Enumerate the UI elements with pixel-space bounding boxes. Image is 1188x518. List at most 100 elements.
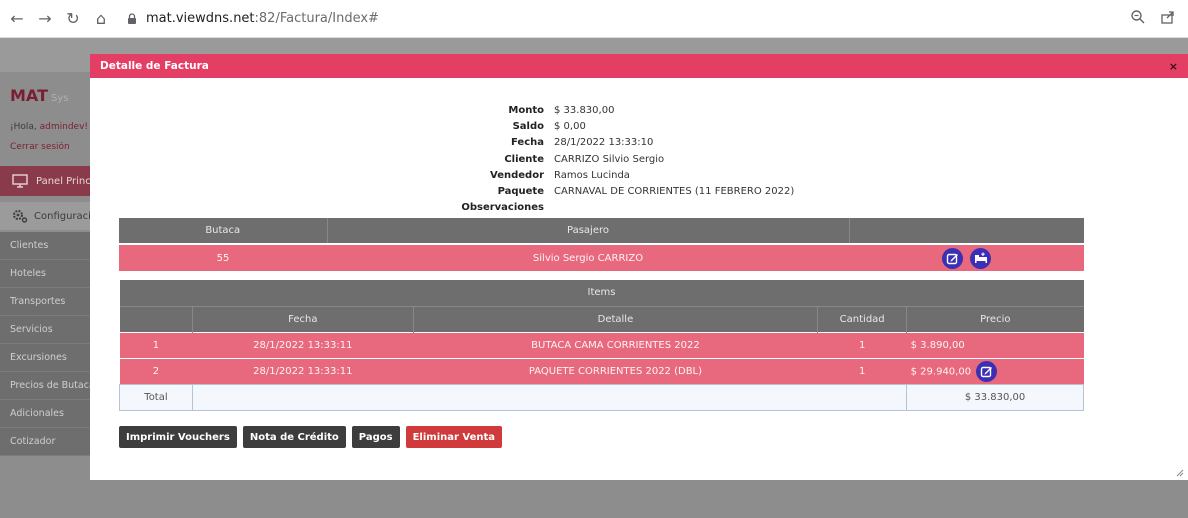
items-title: Items (119, 280, 1084, 307)
info-value: CARRIZO Silvio Sergio (554, 153, 665, 165)
edit-icon[interactable] (976, 360, 998, 382)
greeting: ¡Hola, admindev! (10, 122, 88, 132)
sidebar-item-label: Configuración (34, 210, 90, 222)
table-row: 2 28/1/2022 13:33:11 PAQUETE CORRIENTES … (119, 357, 1084, 384)
total-value: $ 33.830,00 (906, 383, 1084, 411)
fecha-cell: 28/1/2022 13:33:11 (192, 331, 414, 358)
address-bar[interactable]: mat.viewdns.net:82/Factura/Index# (126, 11, 379, 26)
cantidad-cell: 1 (817, 357, 907, 384)
fecha-cell: 28/1/2022 13:33:11 (192, 357, 414, 384)
info-value: Ramos Lucinda (554, 169, 630, 181)
sidebar-item-adicionales[interactable]: Adicionales (0, 400, 90, 428)
total-label: Total (119, 383, 193, 411)
info-label: Saldo (512, 120, 544, 132)
items-table: Items Fecha Detalle Cantidad Precio 1 28… (119, 280, 1084, 411)
resize-handle-icon[interactable] (1174, 467, 1184, 477)
info-label: Monto (508, 104, 544, 116)
close-icon[interactable]: × (1169, 60, 1178, 73)
sidebar-item-panel[interactable]: Panel Principal (0, 166, 90, 196)
column-header-precio: Precio (980, 313, 1011, 325)
precio-value: $ 3.890,00 (910, 339, 965, 351)
table-row: 55 Silvio Sergio CARRIZO (119, 243, 1084, 271)
column-header-fecha: Fecha (192, 306, 414, 332)
info-value: CARNAVAL DE CORRIENTES (11 FEBRERO 2022) (554, 186, 795, 198)
brand-sub: Sys (50, 93, 69, 104)
info-row-fecha: Fecha 28/1/2022 13:33:10 (90, 135, 1188, 151)
info-label: Cliente (504, 153, 544, 165)
column-header-detalle: Detalle (413, 306, 819, 332)
sidebar-item-transportes[interactable]: Transportes (0, 288, 90, 316)
sidebar-item-clientes[interactable]: Clientes (0, 232, 90, 260)
sidebar-item-config[interactable]: Configuración (0, 202, 90, 230)
home-icon[interactable]: ⌂ (90, 8, 112, 30)
bed-plus-icon[interactable] (970, 247, 992, 269)
column-header-butaca: Butaca (119, 218, 328, 244)
info-row-monto: Monto $ 33.830,00 (90, 102, 1188, 118)
info-label: Fecha (510, 137, 544, 149)
precio-cell: $ 29.940,00 (906, 357, 1084, 384)
greeting-prefix: ¡Hola, (10, 122, 40, 132)
sidebar-menu: Clientes Hoteles Transportes Servicios E… (0, 232, 90, 456)
detalle-cell: BUTACA CAMA CORRIENTES 2022 (413, 331, 818, 358)
column-header-index (119, 306, 193, 332)
invoice-detail-modal: Detalle de Factura × Monto $ 33.830,00 Sa… (90, 54, 1188, 480)
table-header-row: Fecha Detalle Cantidad Precio (119, 306, 1084, 332)
share-icon[interactable] (1160, 9, 1176, 25)
info-row-cliente: Cliente CARRIZO Silvio Sergio (90, 151, 1188, 167)
sidebar-item-label: Panel Principal (36, 175, 90, 187)
url-path: :82/Factura/Index# (254, 11, 379, 26)
info-value: $ 33.830,00 (554, 104, 615, 116)
precio-cell: $ 3.890,00 (906, 331, 1084, 358)
table-title-row: Items (119, 280, 1084, 307)
passenger-table: Butaca Pasajero 55 Silvio Sergio CARRIZO (119, 218, 1084, 271)
total-spacer (191, 383, 908, 411)
info-row-saldo: Saldo $ 0,00 (90, 118, 1188, 134)
table-header-row: Butaca Pasajero (119, 218, 1084, 244)
browser-toolbar: ← → ↻ ⌂ mat.viewdns.net:82/Factura/Index… (0, 0, 1188, 38)
back-arrow-icon[interactable]: ← (6, 8, 28, 30)
edit-icon[interactable] (941, 247, 963, 269)
info-row-observaciones: Observaciones (90, 200, 1188, 216)
modal-header: Detalle de Factura × (90, 54, 1188, 78)
sidebar-item-precios-butacas[interactable]: Precios de Butacas (0, 372, 90, 400)
total-row: Total $ 33.830,00 (119, 383, 1084, 411)
greeting-user: admindev! (39, 122, 89, 132)
column-header-actions (849, 218, 1084, 244)
invoice-info: Monto $ 33.830,00 Saldo $ 0,00 Fecha 28/1/2… (90, 102, 1188, 216)
brand-logo: MAT Sys (10, 86, 68, 105)
info-row-paquete: Paquete CARNAVAL DE CORRIENTES (11 FEBRER… (90, 183, 1188, 199)
delete-sale-button[interactable]: Eliminar Venta (405, 426, 503, 448)
info-label: Vendedor (490, 169, 544, 181)
print-vouchers-button[interactable]: Imprimir Vouchers (119, 426, 237, 448)
detalle-cell: PAQUETE CORRIENTES 2022 (DBL) (413, 357, 818, 384)
info-row-vendedor: Vendedor Ramos Lucinda (90, 167, 1188, 183)
credit-note-button[interactable]: Nota de Crédito (242, 426, 346, 448)
column-header-cantidad: Cantidad (817, 306, 908, 332)
monitor-icon (12, 174, 28, 188)
action-buttons: Imprimir Vouchers Nota de Crédito Pagos … (119, 426, 503, 448)
logout-link[interactable]: Cerrar sesión (10, 142, 70, 152)
modal-title: Detalle de Factura (100, 60, 209, 72)
lock-icon (128, 12, 136, 24)
sidebar-item-excursiones[interactable]: Excursiones (0, 344, 90, 372)
pasajero-cell: Silvio Sergio CARRIZO (327, 243, 849, 271)
forward-arrow-icon[interactable]: → (34, 8, 56, 30)
sidebar-item-servicios[interactable]: Servicios (0, 316, 90, 344)
column-header-pasajero: Pasajero (327, 218, 850, 244)
sidebar-item-hoteles[interactable]: Hoteles (0, 260, 90, 288)
reload-icon[interactable]: ↻ (62, 8, 84, 30)
index-cell: 1 (119, 331, 193, 358)
sidebar-item-cotizador[interactable]: Cotizador (0, 428, 90, 456)
cantidad-cell: 1 (817, 331, 907, 358)
info-label: Observaciones (461, 202, 544, 214)
info-value: 28/1/2022 13:33:10 (554, 137, 654, 149)
actions-cell (849, 243, 1084, 271)
payments-button[interactable]: Pagos (351, 426, 400, 448)
brand-main: MAT (10, 86, 48, 105)
zoom-icon[interactable] (1130, 9, 1146, 25)
info-value: $ 0,00 (554, 120, 586, 132)
page-bottom (0, 480, 1188, 518)
table-row: 1 28/1/2022 13:33:11 BUTACA CAMA CORRIEN… (119, 331, 1084, 358)
precio-value: $ 29.940,00 (910, 366, 972, 377)
info-label: Paquete (497, 186, 544, 198)
